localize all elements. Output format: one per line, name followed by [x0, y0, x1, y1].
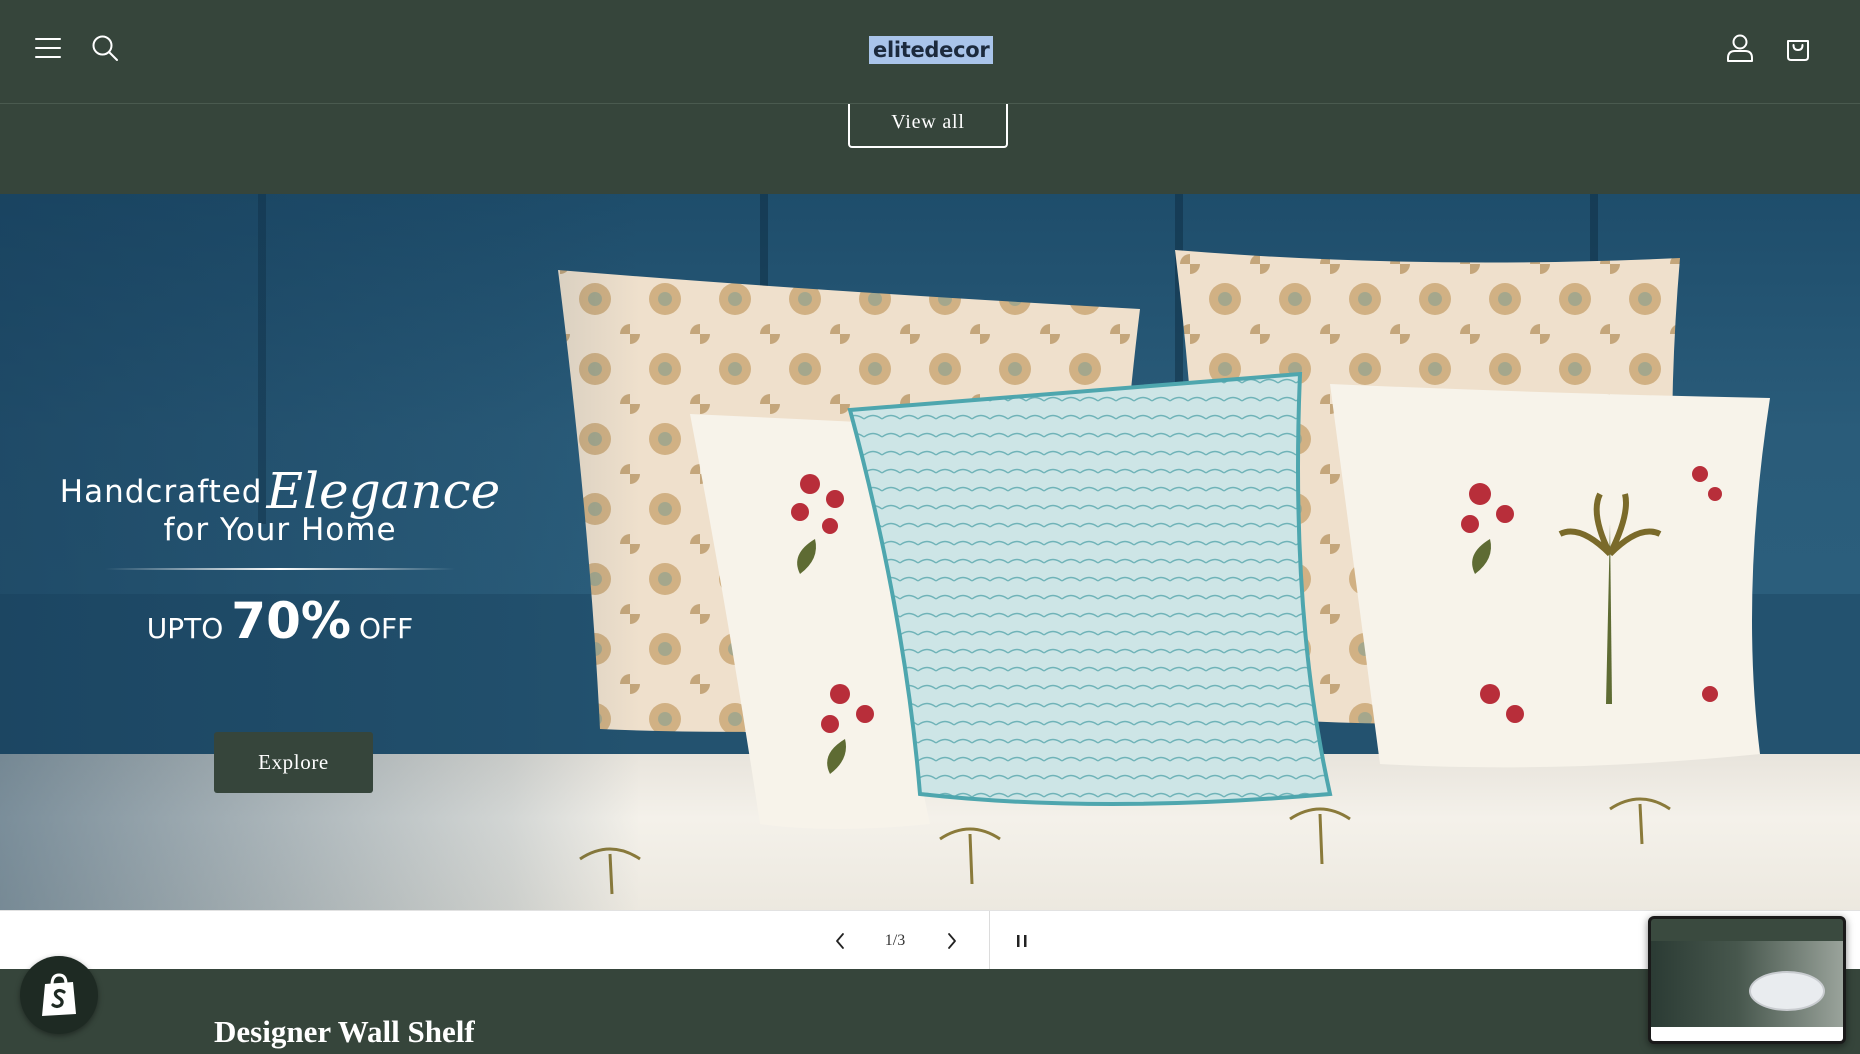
- hero-offer: UPTO 70% OFF: [40, 592, 520, 650]
- view-all-button[interactable]: View all: [848, 97, 1008, 148]
- hamburger-menu-icon[interactable]: [30, 30, 66, 66]
- section-title: Designer Wall Shelf: [214, 1014, 475, 1049]
- video-preview-thumbnail[interactable]: [1648, 916, 1846, 1044]
- hero-script-word: Elegance: [266, 462, 501, 520]
- search-icon[interactable]: [87, 30, 123, 66]
- offer-suffix: OFF: [358, 612, 414, 645]
- controls-divider: [989, 911, 990, 970]
- shopping-bag-icon[interactable]: [1780, 30, 1816, 66]
- pause-icon[interactable]: [1002, 911, 1042, 970]
- chevron-right-icon[interactable]: [932, 911, 972, 970]
- site-logo[interactable]: elitedecor: [869, 36, 994, 64]
- preview-plate-image: [1749, 971, 1825, 1011]
- chevron-left-icon[interactable]: [820, 911, 860, 970]
- logo-text: elitedecor: [873, 38, 990, 62]
- slide-counter: 1/3: [870, 911, 920, 970]
- offer-value: 70%: [231, 592, 351, 650]
- preview-controls: [1651, 1027, 1843, 1041]
- explore-button[interactable]: Explore: [214, 732, 373, 793]
- slide-counter-text: 1/3: [884, 931, 906, 949]
- shopify-bag-icon[interactable]: [20, 956, 98, 1034]
- hero-slideshow: Handcrafted Elegance for Your Home UPTO …: [0, 194, 1860, 910]
- user-account-icon[interactable]: [1722, 30, 1758, 66]
- hero-line1: Handcrafted: [59, 474, 263, 510]
- offer-prefix: UPTO: [146, 612, 224, 645]
- preview-header: [1651, 919, 1843, 941]
- hero-divider: [105, 568, 455, 570]
- hero-headline: Handcrafted Elegance for Your Home UPTO …: [40, 456, 520, 650]
- slideshow-controls: 1/3: [0, 910, 1860, 970]
- site-header: elitedecor: [0, 0, 1860, 104]
